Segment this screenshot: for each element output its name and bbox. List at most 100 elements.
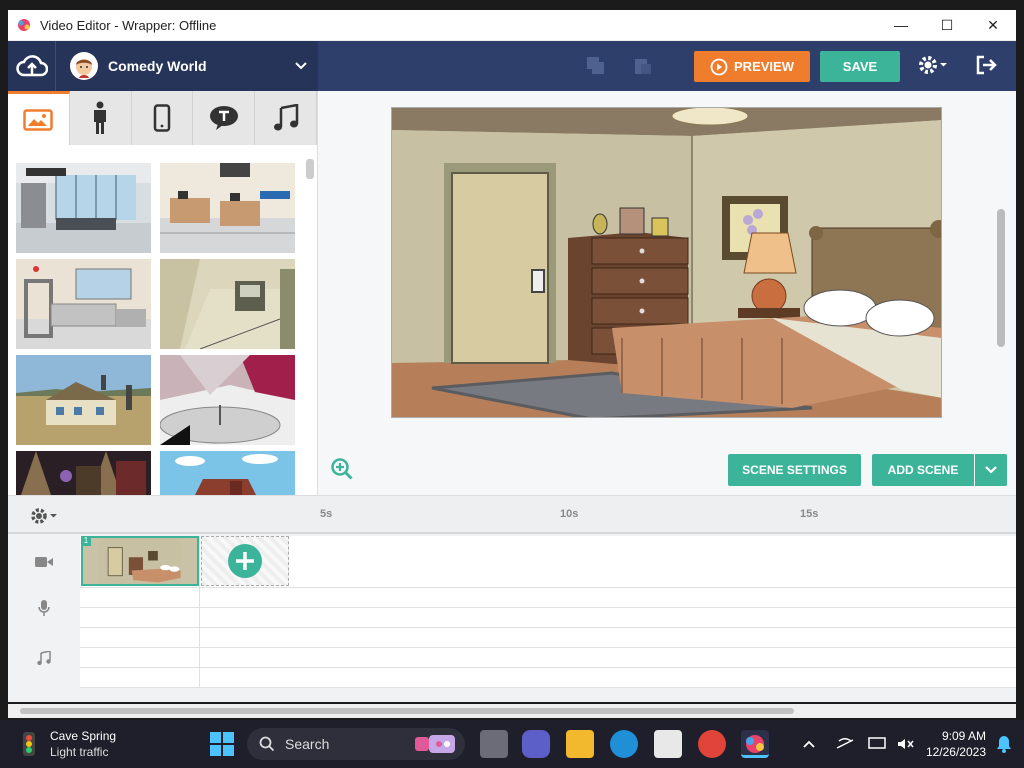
stage-scrollbar[interactable]	[997, 209, 1005, 347]
tab-text[interactable]	[193, 91, 256, 145]
weather-location: Cave Spring	[50, 729, 117, 743]
volume-muted-icon[interactable]	[896, 736, 914, 752]
add-scene-dropdown[interactable]	[975, 454, 1007, 486]
asset-sidebar	[8, 91, 318, 495]
timeline-ruler[interactable]: 5s 10s 15s	[8, 496, 1016, 534]
zoom-in-icon	[331, 458, 353, 480]
voice-track[interactable]	[80, 608, 1016, 628]
stage-area: SCENE SETTINGS ADD SCENE	[318, 91, 1016, 495]
display-icon[interactable]	[868, 736, 886, 752]
maximize-button[interactable]: ☐	[924, 10, 970, 41]
microphone-icon	[38, 600, 50, 616]
music-track[interactable]	[80, 668, 1016, 688]
system-tray: 9:09 AM 12/26/2023	[802, 720, 1024, 768]
horizontal-scrollbar-thumb[interactable]	[20, 708, 794, 714]
close-button[interactable]: ✕	[970, 10, 1016, 41]
task-view-icon[interactable]	[480, 730, 508, 758]
gear-icon	[919, 56, 947, 74]
tab-characters[interactable]	[69, 91, 132, 145]
upload-button[interactable]	[8, 41, 56, 91]
app-window: Video Editor - Wrapper: Offline — ☐ ✕ Co…	[8, 10, 1016, 718]
scene-clip[interactable]	[81, 536, 199, 586]
clock-time: 9:09 AM	[941, 729, 986, 743]
chrome-icon[interactable]	[698, 730, 726, 758]
theme-selector[interactable]: Comedy World	[8, 41, 318, 91]
video-track-header	[8, 536, 80, 588]
bedroom-scene	[392, 108, 941, 417]
file-explorer-icon[interactable]	[566, 730, 594, 758]
chevron-up-icon[interactable]	[802, 739, 816, 749]
background-thumbnail[interactable]	[160, 355, 295, 445]
tab-sounds[interactable]	[255, 91, 317, 145]
teams-icon[interactable]	[522, 730, 550, 758]
music-track[interactable]	[80, 648, 1016, 668]
play-circle-icon	[710, 58, 728, 75]
background-thumbnail[interactable]	[160, 259, 295, 349]
person-icon	[94, 101, 107, 134]
settings-menu-button[interactable]	[918, 54, 950, 81]
background-thumbnail[interactable]	[16, 451, 151, 495]
ruler-label: 5s	[320, 508, 333, 520]
theme-name: Comedy World	[108, 58, 207, 74]
phone-icon	[153, 104, 171, 132]
network-icon[interactable]	[836, 736, 854, 752]
paste-icon[interactable]	[632, 55, 654, 77]
background-thumbnail[interactable]	[16, 355, 151, 445]
music-track-header	[8, 628, 80, 688]
weather-widget[interactable]: Cave Spring Light traffic	[18, 728, 116, 760]
clock-date: 12/26/2023	[925, 745, 986, 759]
background-thumbnail[interactable]	[160, 163, 295, 253]
preview-button[interactable]: PREVIEW	[694, 51, 810, 82]
exit-button[interactable]	[974, 54, 998, 81]
title-bar: Video Editor - Wrapper: Offline — ☐ ✕	[8, 10, 1016, 41]
taskbar: Cave Spring Light traffic Search 9:09 AM…	[0, 720, 1024, 768]
add-scene-button[interactable]: ADD SCENE	[872, 454, 974, 486]
start-button[interactable]	[210, 732, 234, 761]
sign-out-icon	[976, 55, 997, 75]
video-camera-icon	[35, 557, 53, 567]
background-thumbnail[interactable]	[16, 259, 151, 349]
clock[interactable]: 9:09 AM 12/26/2023	[926, 728, 986, 760]
music-note-icon	[273, 104, 298, 131]
search-label: Search	[285, 736, 330, 752]
scene-settings-button[interactable]: SCENE SETTINGS	[728, 454, 861, 486]
copy-icon[interactable]	[585, 55, 607, 77]
edge-icon[interactable]	[610, 730, 638, 758]
add-scene-slot[interactable]	[201, 536, 289, 586]
save-button[interactable]: SAVE	[820, 51, 900, 82]
asset-tabs	[8, 91, 317, 145]
scene-canvas[interactable]	[391, 107, 942, 418]
notification-bell-icon[interactable]	[996, 735, 1012, 753]
music-track[interactable]	[80, 628, 1016, 648]
chevron-down-icon	[295, 62, 307, 70]
store-icon[interactable]	[654, 730, 682, 758]
background-thumbnail[interactable]	[16, 163, 151, 253]
video-editor-taskbar-icon[interactable]	[741, 730, 769, 758]
horizontal-scrollbar[interactable]	[8, 704, 1016, 718]
minimize-button[interactable]: —	[878, 10, 924, 41]
asset-scrollbar[interactable]	[306, 159, 314, 179]
taskbar-search[interactable]: Search	[247, 728, 465, 760]
plus-circle-icon	[228, 544, 262, 578]
timeline-settings-button[interactable]	[30, 506, 62, 531]
voice-track[interactable]	[80, 588, 1016, 608]
gear-icon	[31, 508, 57, 524]
tab-props[interactable]	[131, 91, 194, 145]
background-thumbnail[interactable]	[160, 451, 295, 495]
speech-bubble-icon	[209, 106, 238, 130]
scene-number: 1	[81, 536, 91, 546]
save-label: SAVE	[842, 59, 878, 74]
tab-backgrounds[interactable]	[8, 91, 70, 145]
chevron-down-icon	[985, 466, 997, 474]
window-title: Video Editor - Wrapper: Offline	[40, 17, 217, 33]
zoom-in-button[interactable]	[330, 457, 354, 486]
search-icon	[259, 736, 275, 752]
app-icon	[18, 19, 30, 31]
track-divider	[199, 536, 200, 688]
image-icon	[23, 108, 54, 131]
music-note-icon	[37, 651, 51, 665]
avatar	[70, 52, 98, 80]
search-highlight-icon	[415, 735, 455, 753]
traffic-light-icon	[23, 732, 35, 756]
timeline: 5s 10s 15s	[8, 495, 1016, 702]
